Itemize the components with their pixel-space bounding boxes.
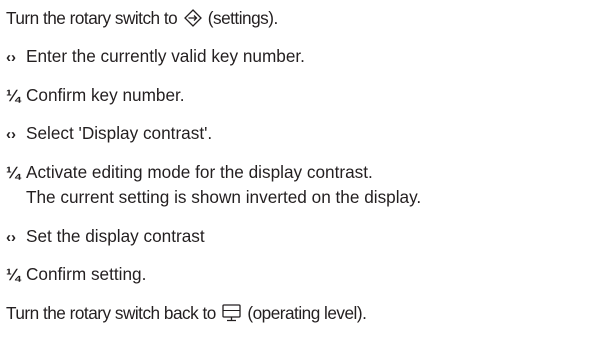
step-text: Enter the currently valid key number.: [26, 46, 305, 66]
instruction-intro: Turn the rotary switch to (settings).: [6, 8, 278, 31]
step-confirm-key: ¼ Confirm key number.: [6, 85, 185, 106]
step-text: Set the display contrast: [26, 226, 205, 246]
step-text: Confirm key number.: [26, 85, 185, 105]
step-text: Select 'Display contrast'.: [26, 123, 213, 143]
operating-level-icon: [222, 304, 241, 326]
step-select-contrast: ‹› Select 'Display contrast'.: [6, 123, 212, 145]
settings-icon: [183, 9, 202, 31]
outro-text-after: (operating level).: [247, 303, 367, 323]
press-icon: ¼: [6, 265, 21, 284]
step-text: Confirm setting.: [26, 264, 147, 284]
rotate-icon: ‹›: [6, 49, 16, 66]
step-enter-key: ‹› Enter the currently valid key number.: [6, 46, 305, 68]
step-continuation-text: The current setting is shown inverted on…: [26, 187, 422, 207]
step-confirm-setting: ¼ Confirm setting.: [6, 264, 146, 285]
outro-text-before: Turn the rotary switch back to: [6, 303, 216, 323]
step-text: Activate editing mode for the display co…: [26, 162, 373, 182]
intro-text-after: (settings).: [207, 8, 278, 28]
intro-text-before: Turn the rotary switch to: [6, 8, 178, 28]
rotate-icon: ‹›: [6, 126, 16, 143]
press-icon: ¼: [6, 163, 21, 182]
instruction-list: Turn the rotary switch to (settings). ‹›…: [0, 0, 603, 342]
step-activate-editing: ¼ Activate editing mode for the display c…: [6, 162, 373, 183]
step-activate-editing-note: The current setting is shown inverted on…: [6, 187, 421, 207]
press-icon: ¼: [6, 86, 21, 105]
instruction-outro: Turn the rotary switch back to (operatin…: [6, 303, 367, 326]
step-set-contrast: ‹› Set the display contrast: [6, 226, 205, 248]
rotate-icon: ‹›: [6, 229, 16, 246]
